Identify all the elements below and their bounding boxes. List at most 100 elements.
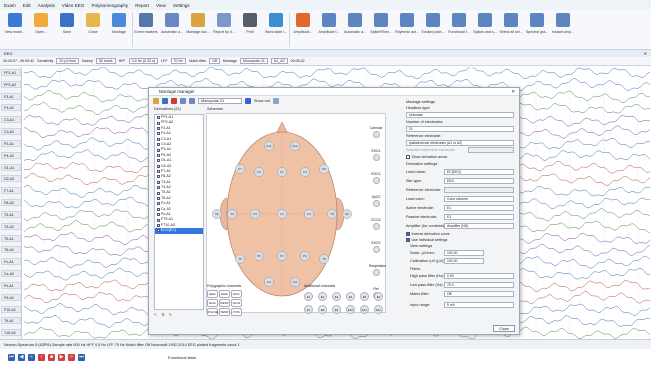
ribbon-button-21[interactable]: Instant amp... bbox=[550, 10, 576, 49]
menu-3[interactable]: Video EEG bbox=[62, 3, 85, 8]
derivation-checkbox[interactable] bbox=[157, 218, 160, 222]
side-electrode[interactable]: Cannula bbox=[369, 126, 383, 138]
lpf-select[interactable]: 75.0 bbox=[444, 282, 514, 288]
additional-channel[interactable]: E9 bbox=[332, 305, 341, 314]
menu-6[interactable]: View bbox=[156, 3, 166, 8]
poly-button[interactable]: POS bbox=[231, 308, 242, 316]
channel-label[interactable]: P4-A2 bbox=[1, 151, 21, 159]
ribbon-button-2[interactable]: Save bbox=[54, 10, 80, 49]
poly-button[interactable]: SpO2 bbox=[231, 299, 242, 307]
ribbon-button-3[interactable]: Close bbox=[80, 10, 106, 49]
derivation-checkbox[interactable] bbox=[157, 143, 160, 147]
rewind-icon[interactable]: ◀ bbox=[18, 354, 25, 361]
derivation-checkbox[interactable] bbox=[157, 126, 160, 130]
delete-icon[interactable] bbox=[171, 97, 177, 104]
next-icon[interactable]: » bbox=[68, 354, 75, 361]
derivation-item[interactable]: ECG(EC) bbox=[155, 228, 203, 234]
prev-icon[interactable]: ‹ bbox=[38, 354, 45, 361]
hff-select[interactable]: 0.5 Hz (0.32 s) bbox=[128, 58, 159, 64]
derivation-checkbox[interactable] bbox=[157, 159, 160, 163]
derivation-checkbox[interactable] bbox=[157, 191, 160, 195]
side-electrode[interactable]: ECG2 bbox=[369, 218, 383, 230]
channel-label[interactable]: F4-A2 bbox=[1, 104, 21, 112]
additional-channel[interactable]: E7 bbox=[304, 305, 313, 314]
side-electrode[interactable]: EKG2 bbox=[369, 241, 383, 253]
copy-icon[interactable] bbox=[180, 97, 186, 104]
num-electrodes-select[interactable]: 21 bbox=[406, 126, 514, 132]
side-electrode[interactable]: EKG1 bbox=[369, 149, 383, 161]
ribbon-button-6[interactable]: Automatic a... bbox=[159, 10, 185, 49]
derivation-checkbox[interactable] bbox=[157, 207, 160, 211]
hpf-select[interactable]: 0.50 bbox=[444, 273, 514, 279]
last-icon[interactable]: ⏭ bbox=[78, 354, 85, 361]
save-icon[interactable] bbox=[162, 97, 168, 104]
reference-select[interactable]: A1_A2 bbox=[270, 58, 288, 64]
ribbon-button-20[interactable]: Spectral gra... bbox=[524, 10, 550, 49]
channel-label[interactable]: T9-A1 bbox=[1, 317, 21, 325]
additional-channel[interactable]: E11 bbox=[360, 305, 369, 314]
channel-label[interactable]: T6-A2 bbox=[1, 246, 21, 254]
grid-icon[interactable] bbox=[272, 97, 279, 104]
first-icon[interactable]: ⏮ bbox=[8, 354, 15, 361]
derivation-checkbox[interactable] bbox=[157, 229, 160, 233]
stop-icon[interactable]: ■ bbox=[48, 354, 55, 361]
poly-button[interactable]: PULSE bbox=[207, 308, 218, 316]
derivation-checkbox[interactable] bbox=[157, 186, 160, 190]
ribbon-button-16[interactable]: Evoked pote... bbox=[420, 10, 446, 49]
channel-label[interactable]: P3-A1 bbox=[1, 139, 21, 147]
derivation-checkbox[interactable] bbox=[157, 197, 160, 201]
derivation-checkbox[interactable] bbox=[157, 175, 160, 179]
swap-icon[interactable]: ⇅ bbox=[161, 312, 164, 317]
menu-2[interactable]: Analysis bbox=[38, 3, 55, 8]
channel-label[interactable]: F10-A2 bbox=[1, 305, 21, 313]
ribbon-button-4[interactable]: Montage bbox=[106, 10, 132, 49]
ref-electrode-select[interactable]: Ipsilateral ear electrodes (A1 or A2) bbox=[406, 140, 514, 146]
channel-label[interactable]: F7-A1 bbox=[1, 187, 21, 195]
ribbon-button-13[interactable]: Automatic a... bbox=[342, 10, 368, 49]
document-tab[interactable]: EEG ✕ bbox=[0, 50, 651, 57]
arrow-icon[interactable]: ↖ bbox=[154, 312, 157, 317]
show-deriv-checkbox[interactable]: Show derivation arrow bbox=[406, 155, 447, 159]
channel-label[interactable]: F8-A2 bbox=[1, 199, 21, 207]
additional-channel[interactable]: E12 bbox=[374, 305, 383, 314]
close-icon[interactable]: ✕ bbox=[644, 51, 647, 56]
derivation-checkbox[interactable] bbox=[157, 202, 160, 206]
additional-channel[interactable]: E2 bbox=[318, 292, 327, 301]
menu-7[interactable]: Settings bbox=[173, 3, 190, 8]
derivation-checkbox[interactable] bbox=[157, 170, 160, 174]
additional-channel[interactable]: E6 bbox=[374, 292, 383, 301]
channel-label[interactable]: Fz-A1 bbox=[1, 258, 21, 266]
channel-label[interactable]: C4-A2 bbox=[1, 128, 21, 136]
individual-checkbox[interactable]: Use individual settings bbox=[406, 238, 447, 242]
side-electrode[interactable]: EOG1 bbox=[369, 172, 383, 184]
derivation-checkbox[interactable] bbox=[157, 153, 160, 157]
ribbon-button-17[interactable]: Functional t... bbox=[446, 10, 472, 49]
ribbon-button-10[interactable]: Work table i... bbox=[263, 10, 289, 49]
lead-color-select[interactable]: Color scheme bbox=[444, 196, 514, 202]
menu-0[interactable]: Exam bbox=[4, 3, 16, 8]
additional-channel[interactable]: E3 bbox=[332, 292, 341, 301]
channel-label[interactable]: T3-A1 bbox=[1, 210, 21, 218]
poly-button[interactable]: EOG bbox=[207, 299, 218, 307]
additional-channel[interactable]: E10 bbox=[346, 305, 355, 314]
invert-checkbox[interactable]: Inverse derivation curve bbox=[406, 232, 450, 236]
side-electrode[interactable]: SpO2 bbox=[369, 195, 383, 207]
close-button[interactable]: Close bbox=[493, 325, 515, 332]
ribbon-button-12[interactable]: Amplitude t... bbox=[316, 10, 342, 49]
poly-button[interactable]: RESP bbox=[219, 299, 230, 307]
lff-select[interactable]: 70 Hz bbox=[170, 58, 186, 64]
montage-select[interactable]: Monopolar 21 bbox=[198, 97, 242, 104]
ribbon-button-19[interactable]: Select all sel... bbox=[498, 10, 524, 49]
scale-input[interactable]: 100.00 bbox=[444, 250, 484, 256]
additional-channel[interactable]: E8 bbox=[318, 305, 327, 314]
ribbon-button-0[interactable]: New exam... bbox=[2, 10, 28, 49]
additional-channel[interactable]: E4 bbox=[346, 292, 355, 301]
play-icon[interactable]: ▶ bbox=[58, 354, 65, 361]
channel-label[interactable]: F9-A2 bbox=[1, 293, 21, 301]
derivation-checkbox[interactable] bbox=[157, 180, 160, 184]
channel-label[interactable]: O2-A2 bbox=[1, 175, 21, 183]
passive-select[interactable]: E1 bbox=[444, 214, 514, 220]
mains-select[interactable]: Off bbox=[444, 291, 514, 297]
channel-label[interactable]: T5-A1 bbox=[1, 234, 21, 242]
derivation-checkbox[interactable] bbox=[157, 164, 160, 168]
